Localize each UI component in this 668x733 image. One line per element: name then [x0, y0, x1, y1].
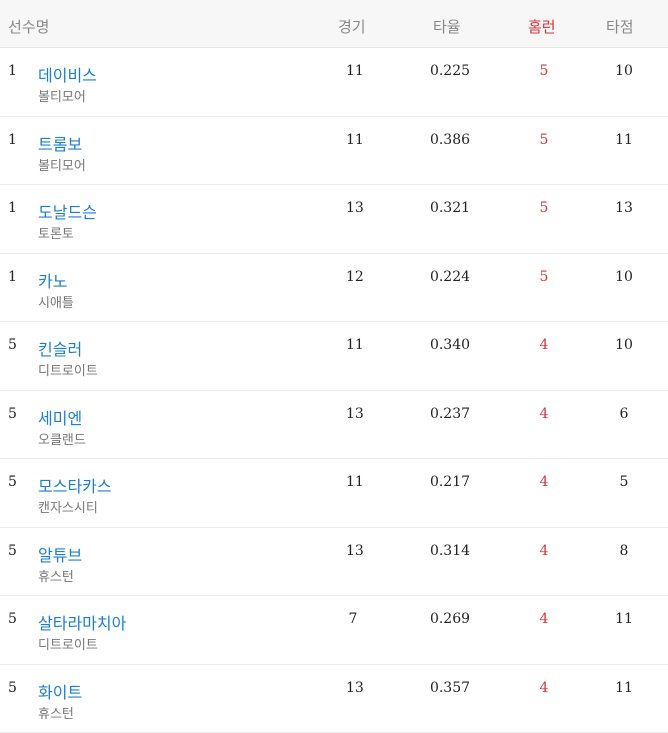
rbi-value: 8 [612, 543, 636, 559]
rank: 1 [8, 269, 17, 285]
hr-value: 4 [537, 611, 551, 627]
rbi-value: 11 [612, 680, 636, 696]
games-value: 13 [346, 543, 360, 559]
games-value: 13 [346, 680, 360, 696]
player-name-link[interactable]: 트롬보 [38, 131, 82, 155]
team-name: 캔자스시티 [38, 497, 98, 516]
games-value: 13 [346, 406, 360, 422]
rbi-value: 6 [612, 406, 636, 422]
table-header: 선수명 경기 타율 홈런 타점 [0, 0, 668, 48]
team-name: 오클랜드 [38, 429, 86, 448]
header-hr: 홈런 [528, 16, 556, 37]
stats-table: 선수명 경기 타율 홈런 타점 1 데이비스 볼티모어 11 0.225 5 1… [0, 0, 668, 733]
avg-value: 0.340 [429, 337, 471, 353]
player-name-link[interactable]: 모스타카스 [38, 473, 112, 497]
rbi-value: 10 [612, 63, 636, 79]
team-name: 디트로이트 [38, 634, 98, 653]
table-row: 5 살타라마치아 디트로이트 7 0.269 4 11 [0, 596, 668, 665]
hr-value: 5 [537, 63, 551, 79]
rank: 5 [8, 680, 17, 696]
header-rbi: 타점 [606, 16, 634, 37]
avg-value: 0.217 [429, 474, 471, 490]
avg-value: 0.357 [429, 680, 471, 696]
rbi-value: 11 [612, 132, 636, 148]
avg-value: 0.321 [429, 200, 471, 216]
rbi-value: 5 [612, 474, 636, 490]
team-name: 토론토 [38, 223, 74, 242]
table-row: 1 데이비스 볼티모어 11 0.225 5 10 [0, 48, 668, 117]
avg-value: 0.314 [429, 543, 471, 559]
games-value: 7 [346, 611, 360, 627]
avg-value: 0.224 [429, 269, 471, 285]
team-name: 휴스턴 [38, 566, 74, 585]
avg-value: 0.225 [429, 63, 471, 79]
games-value: 12 [346, 269, 360, 285]
games-value: 13 [346, 200, 360, 216]
player-name-link[interactable]: 킨슬러 [38, 336, 82, 360]
team-name: 디트로이트 [38, 360, 98, 379]
team-name: 볼티모어 [38, 86, 86, 105]
rbi-value: 10 [612, 337, 636, 353]
rbi-value: 13 [612, 200, 636, 216]
table-row: 1 트롬보 볼티모어 11 0.386 5 11 [0, 117, 668, 186]
games-value: 11 [346, 474, 360, 490]
hr-value: 4 [537, 474, 551, 490]
team-name: 휴스턴 [38, 703, 74, 722]
rank: 5 [8, 474, 17, 490]
hr-value: 5 [537, 200, 551, 216]
player-name-link[interactable]: 도날드슨 [38, 199, 97, 223]
header-avg: 타율 [433, 16, 461, 37]
hr-value: 5 [537, 269, 551, 285]
rank: 5 [8, 611, 17, 627]
player-name-link[interactable]: 세미엔 [38, 405, 82, 429]
player-name-link[interactable]: 알튜브 [38, 542, 82, 566]
team-name: 볼티모어 [38, 155, 86, 174]
rbi-value: 11 [612, 611, 636, 627]
player-name-link[interactable]: 카노 [38, 268, 67, 292]
table-row: 5 화이트 휴스턴 13 0.357 4 11 [0, 665, 668, 733]
player-name-link[interactable]: 화이트 [38, 679, 82, 703]
hr-value: 4 [537, 406, 551, 422]
rank: 1 [8, 200, 17, 216]
games-value: 11 [346, 337, 360, 353]
player-name-link[interactable]: 데이비스 [38, 62, 97, 86]
games-value: 11 [346, 132, 360, 148]
avg-value: 0.269 [429, 611, 471, 627]
avg-value: 0.237 [429, 406, 471, 422]
rank: 5 [8, 543, 17, 559]
hr-value: 4 [537, 337, 551, 353]
games-value: 11 [346, 63, 360, 79]
header-player: 선수명 [8, 16, 49, 37]
table-row: 5 알튜브 휴스턴 13 0.314 4 8 [0, 528, 668, 597]
table-row: 5 모스타카스 캔자스시티 11 0.217 4 5 [0, 459, 668, 528]
header-games: 경기 [338, 16, 366, 37]
rank: 5 [8, 406, 17, 422]
team-name: 시애틀 [38, 292, 74, 311]
hr-value: 5 [537, 132, 551, 148]
table-row: 5 킨슬러 디트로이트 11 0.340 4 10 [0, 322, 668, 391]
player-name-link[interactable]: 살타라마치아 [38, 610, 126, 634]
avg-value: 0.386 [429, 132, 471, 148]
table-row: 1 도날드슨 토론토 13 0.321 5 13 [0, 185, 668, 254]
table-row: 1 카노 시애틀 12 0.224 5 10 [0, 254, 668, 323]
hr-value: 4 [537, 680, 551, 696]
rank: 5 [8, 337, 17, 353]
rank: 1 [8, 63, 17, 79]
hr-value: 4 [537, 543, 551, 559]
table-row: 5 세미엔 오클랜드 13 0.237 4 6 [0, 391, 668, 460]
rank: 1 [8, 132, 17, 148]
rbi-value: 10 [612, 269, 636, 285]
